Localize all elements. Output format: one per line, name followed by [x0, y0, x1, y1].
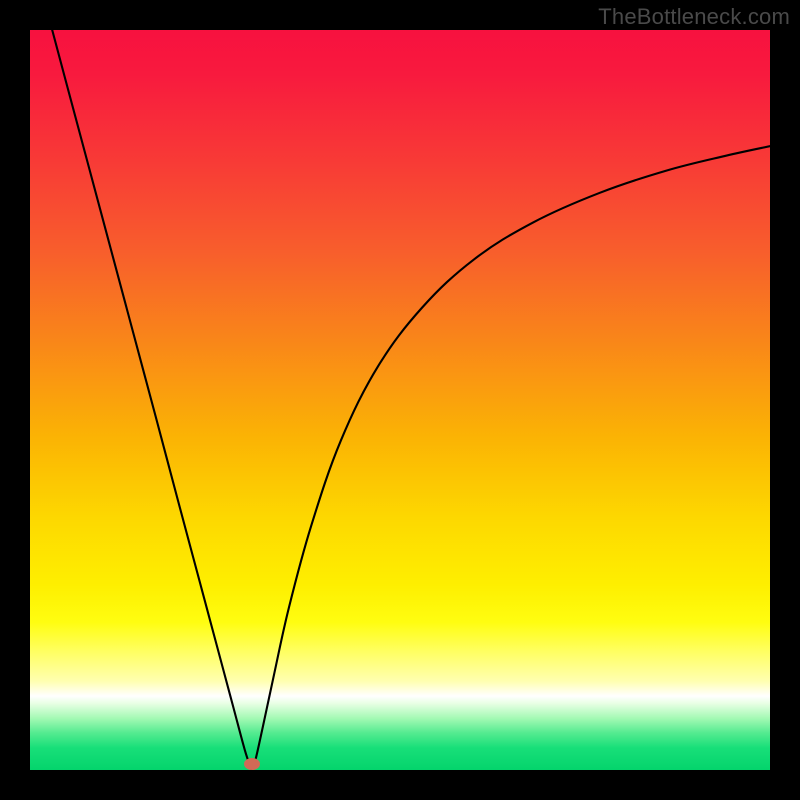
bottleneck-curve: [30, 30, 770, 770]
curve-left-branch: [52, 30, 252, 770]
optimum-marker: [244, 758, 260, 770]
watermark-text: TheBottleneck.com: [598, 4, 790, 30]
curve-right-branch: [252, 146, 770, 770]
plot-area: [30, 30, 770, 770]
chart-frame: TheBottleneck.com: [0, 0, 800, 800]
